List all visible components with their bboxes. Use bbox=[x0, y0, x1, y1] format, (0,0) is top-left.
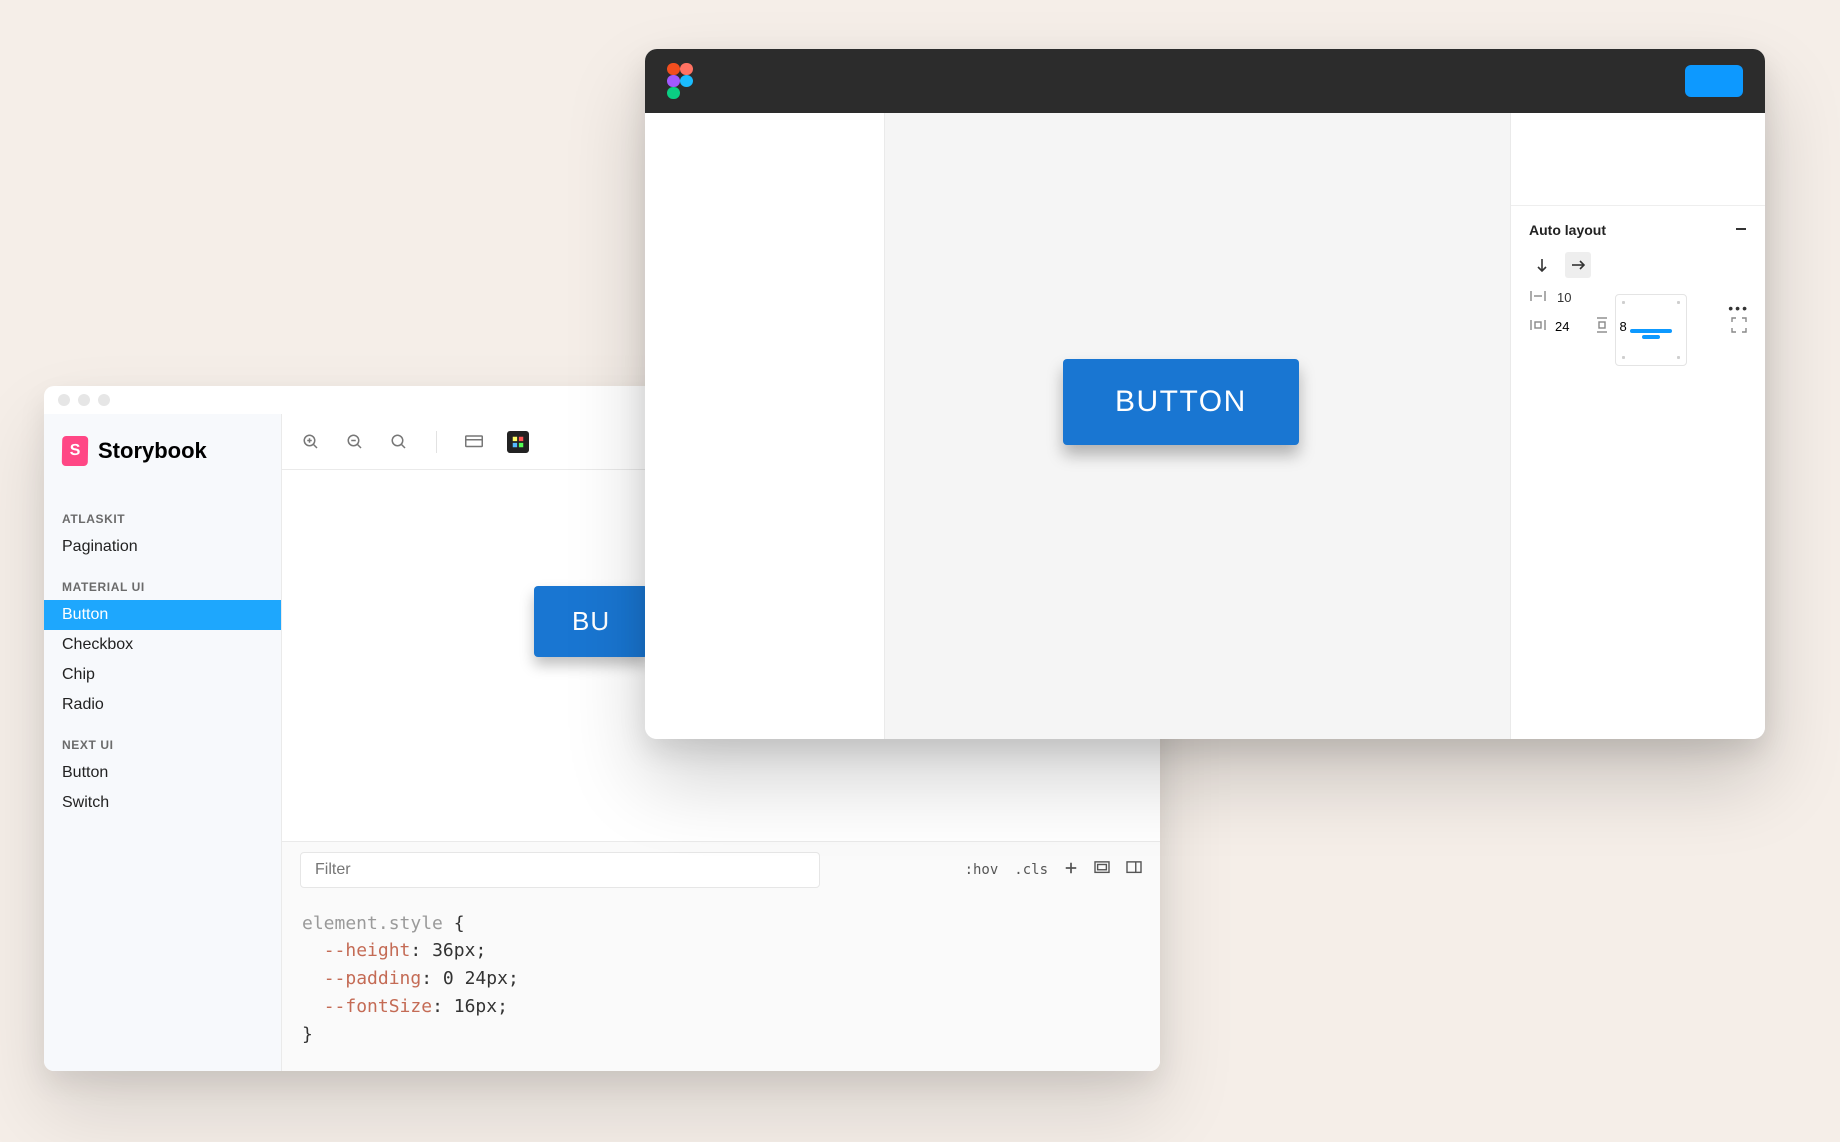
figma-canvas[interactable]: BUTTON bbox=[885, 113, 1510, 739]
new-style-rule-icon[interactable] bbox=[1064, 861, 1078, 879]
figma-logo-icon[interactable] bbox=[667, 63, 693, 99]
traffic-light-zoom-icon[interactable] bbox=[98, 394, 110, 406]
spacing-icon bbox=[1529, 290, 1547, 305]
spacing-value[interactable]: 10 bbox=[1557, 290, 1571, 305]
auto-layout-panel: Auto layout bbox=[1511, 205, 1765, 392]
storybook-logo-icon: S bbox=[62, 436, 89, 466]
sidebar-group-atlaskit: ATLASKIT bbox=[44, 494, 281, 532]
remove-auto-layout-icon[interactable] bbox=[1735, 222, 1747, 238]
padding-horizontal-icon bbox=[1529, 319, 1547, 334]
toggle-panel-icon[interactable] bbox=[1126, 861, 1142, 879]
padding-vertical-icon bbox=[1593, 317, 1611, 336]
padding-horizontal-value[interactable]: 24 bbox=[1555, 319, 1569, 334]
sidebar-item-next-button[interactable]: Button bbox=[44, 758, 281, 788]
sidebar-item-chip[interactable]: Chip bbox=[44, 660, 281, 690]
storybook-brand-label: Storybook bbox=[98, 438, 207, 464]
storybook-brand[interactable]: S Storybook bbox=[44, 436, 281, 494]
figma-preview-button[interactable]: BUTTON bbox=[1063, 359, 1299, 445]
cls-toggle[interactable]: .cls bbox=[1014, 862, 1048, 878]
zoom-reset-icon[interactable] bbox=[388, 431, 410, 453]
figma-window: BUTTON Auto layout bbox=[645, 49, 1765, 739]
figma-layers-panel[interactable] bbox=[645, 113, 885, 739]
viewport-icon[interactable] bbox=[463, 431, 485, 453]
devtools-panel: :hov .cls element.style { --height: bbox=[282, 841, 1160, 1071]
traffic-light-minimize-icon[interactable] bbox=[78, 394, 90, 406]
css-selector: element.style bbox=[302, 913, 443, 934]
alignment-grid[interactable] bbox=[1615, 294, 1687, 366]
sidebar-item-button[interactable]: Button bbox=[44, 600, 281, 630]
sidebar-group-material-ui: MATERIAL UI bbox=[44, 562, 281, 600]
styles-filter-input[interactable] bbox=[300, 852, 820, 888]
direction-vertical-button[interactable] bbox=[1529, 252, 1555, 278]
sidebar-item-pagination[interactable]: Pagination bbox=[44, 532, 281, 562]
sidebar-group-next-ui: NEXT UI bbox=[44, 720, 281, 758]
share-button[interactable] bbox=[1685, 65, 1743, 97]
sidebar-item-checkbox[interactable]: Checkbox bbox=[44, 630, 281, 660]
storybook-sidebar: S Storybook ATLASKIT Pagination MATERIAL… bbox=[44, 414, 282, 1071]
sidebar-item-radio[interactable]: Radio bbox=[44, 690, 281, 720]
traffic-light-close-icon[interactable] bbox=[58, 394, 70, 406]
more-options-icon[interactable]: ••• bbox=[1728, 300, 1749, 316]
auto-layout-title: Auto layout bbox=[1529, 222, 1606, 238]
measure-addon-icon[interactable] bbox=[507, 431, 529, 453]
computed-styles-icon[interactable] bbox=[1094, 861, 1110, 879]
sidebar-item-switch[interactable]: Switch bbox=[44, 788, 281, 818]
direction-horizontal-button[interactable] bbox=[1565, 252, 1591, 278]
independent-padding-icon[interactable] bbox=[1731, 317, 1747, 336]
toolbar-divider bbox=[436, 431, 437, 453]
figma-topbar bbox=[645, 49, 1765, 113]
zoom-in-icon[interactable] bbox=[300, 431, 322, 453]
preview-button[interactable]: BU bbox=[534, 586, 648, 657]
figma-design-panel: Auto layout bbox=[1510, 113, 1765, 739]
styles-code-block[interactable]: element.style { --height: 36px; --paddin… bbox=[282, 898, 1160, 1071]
hov-toggle[interactable]: :hov bbox=[965, 862, 999, 878]
zoom-out-icon[interactable] bbox=[344, 431, 366, 453]
